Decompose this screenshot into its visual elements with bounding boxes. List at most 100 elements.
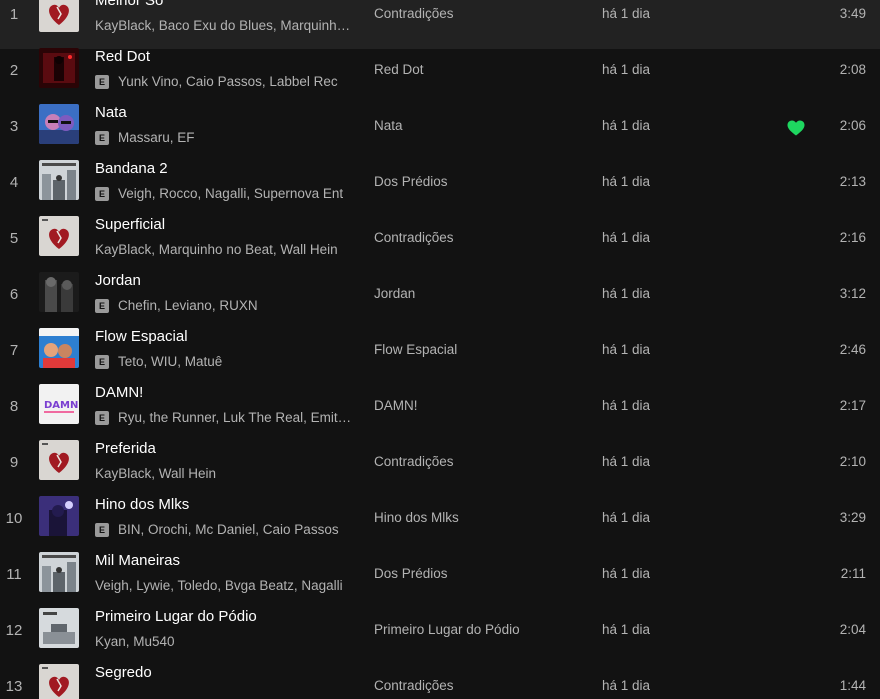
date-added: há 1 dia (602, 510, 651, 525)
heart-album-cover[interactable] (39, 216, 79, 256)
podio-cover[interactable] (39, 608, 79, 648)
hino-cover[interactable] (39, 496, 79, 536)
track-title[interactable]: Superficial (95, 216, 165, 234)
date-added: há 1 dia (602, 230, 651, 245)
track-title[interactable]: Red Dot (95, 48, 150, 66)
track-duration: 2:04 (839, 622, 866, 637)
track-row[interactable]: 3 Nata E Massaru, EF Nata há 1 dia 2:06 (0, 104, 880, 161)
track-number: 5 (9, 230, 19, 247)
artist-line: Kyan, Mu540 (95, 633, 353, 651)
track-album[interactable]: Hino dos Mlks (374, 509, 459, 527)
explicit-badge-icon: E (95, 355, 109, 369)
track-row[interactable]: 11 Mil Maneiras Veigh, Lywie, Toledo, Bvga… (0, 552, 880, 609)
track-album[interactable]: Red Dot (374, 61, 424, 79)
track-row[interactable]: 6 Jordan E Chefin, Leviano, RUXN Jordan há 1 … (0, 272, 880, 329)
track-title[interactable]: DAMN! (95, 384, 143, 402)
track-number: 13 (5, 678, 23, 695)
track-artists[interactable]: KayBlack, Baco Exu do Blues, Marquinho n… (95, 17, 353, 35)
track-album[interactable]: Dos Prédios (374, 565, 448, 583)
track-album[interactable]: Dos Prédios (374, 173, 448, 191)
track-artists[interactable]: Massaru, EF (118, 129, 195, 147)
track-artists[interactable]: Yunk Vino, Caio Passos, Labbel Rec (118, 73, 338, 91)
track-duration: 3:12 (839, 286, 866, 301)
track-row[interactable]: 5 Superficial KayBlack, Marquinho no Beat,… (0, 216, 880, 273)
flow-espacial-cover[interactable] (39, 328, 79, 368)
track-row[interactable]: 1 Melhor Só KayBlack, Baco Exu do Blues, M… (0, 0, 880, 49)
track-album[interactable]: Contradições (374, 453, 454, 471)
jordan-cover[interactable] (39, 272, 79, 312)
track-title[interactable]: Hino dos Mlks (95, 496, 189, 514)
liked-heart-icon[interactable] (787, 120, 805, 136)
track-artists[interactable]: Kyan, Mu540 (95, 633, 175, 651)
track-artists[interactable]: Ryu, the Runner, Luk The Real, Emitê Úni… (118, 409, 353, 427)
artist-line: E Veigh, Rocco, Nagalli, Supernova Ent (95, 185, 353, 203)
track-album[interactable]: Primeiro Lugar do Pódio (374, 621, 520, 639)
track-row[interactable]: 7 Flow Espacial E Teto, WIU, Matuê Flow Espa… (0, 328, 880, 385)
heart-album-cover[interactable] (39, 0, 79, 32)
track-artists[interactable]: BIN, Orochi, Mc Daniel, Caio Passos (118, 521, 339, 539)
track-artists[interactable]: Veigh, Rocco, Nagalli, Supernova Ent (118, 185, 343, 203)
track-row[interactable]: 13 Segredo Contradições há 1 dia 1:44 (0, 664, 880, 699)
track-album[interactable]: Contradições (374, 677, 454, 695)
date-added: há 1 dia (602, 6, 651, 21)
date-added: há 1 dia (602, 454, 651, 469)
track-row[interactable]: 4 Bandana 2 E Veigh, Rocco, Nagalli, Supern… (0, 160, 880, 217)
buildings-cover[interactable] (39, 552, 79, 592)
explicit-badge-icon: E (95, 411, 109, 425)
track-title[interactable]: Melhor Só (95, 0, 163, 10)
track-duration: 1:44 (839, 678, 866, 693)
artist-line: Veigh, Lywie, Toledo, Bvga Beatz, Nagall… (95, 577, 353, 595)
track-number: 9 (9, 454, 19, 471)
track-duration: 2:13 (839, 174, 866, 189)
track-artists[interactable]: Chefin, Leviano, RUXN (118, 297, 258, 315)
track-artists[interactable]: KayBlack, Wall Hein (95, 465, 216, 483)
heart-album-cover[interactable] (39, 664, 79, 699)
explicit-badge-icon: E (95, 75, 109, 89)
track-number: 7 (9, 342, 19, 359)
buildings-cover[interactable] (39, 160, 79, 200)
track-title[interactable]: Primeiro Lugar do Pódio (95, 608, 257, 626)
track-album[interactable]: Contradições (374, 5, 454, 23)
track-duration: 3:29 (839, 510, 866, 525)
artist-line: E Teto, WIU, Matuê (95, 353, 353, 371)
track-duration: 2:08 (839, 62, 866, 77)
artist-line: KayBlack, Wall Hein (95, 465, 353, 483)
date-added: há 1 dia (602, 174, 651, 189)
red-dot-cover[interactable] (39, 48, 79, 88)
track-title[interactable]: Mil Maneiras (95, 552, 180, 570)
track-album[interactable]: Jordan (374, 285, 415, 303)
track-row[interactable]: 2 Red Dot E Yunk Vino, Caio Passos, Labbel … (0, 48, 880, 105)
track-album[interactable]: Contradições (374, 229, 454, 247)
track-row[interactable]: 10 Hino dos Mlks E BIN, Orochi, Mc Daniel, … (0, 496, 880, 553)
track-title[interactable]: Jordan (95, 272, 141, 290)
track-artists[interactable]: Teto, WIU, Matuê (118, 353, 222, 371)
track-row[interactable]: 8 DAMN DAMN! E Ryu, the Runner, Luk The Real… (0, 384, 880, 441)
track-number: 11 (6, 566, 22, 583)
track-row[interactable]: 12 Primeiro Lugar do Pódio Kyan, Mu540 Prim… (0, 608, 880, 665)
track-duration: 2:16 (839, 230, 866, 245)
track-title[interactable]: Nata (95, 104, 127, 122)
heart-album-cover[interactable] (39, 440, 79, 480)
track-title[interactable]: Bandana 2 (95, 160, 168, 178)
date-added: há 1 dia (602, 566, 651, 581)
track-artists[interactable]: KayBlack, Marquinho no Beat, Wall Hein (95, 241, 338, 259)
artist-line: E BIN, Orochi, Mc Daniel, Caio Passos (95, 521, 353, 539)
track-album[interactable]: Nata (374, 117, 403, 135)
track-row[interactable]: 9 Preferida KayBlack, Wall Hein Contradiçõe… (0, 440, 880, 497)
date-added: há 1 dia (602, 398, 651, 413)
track-duration: 2:46 (839, 342, 866, 357)
damn-cover[interactable]: DAMN (39, 384, 79, 424)
nata-cover[interactable] (39, 104, 79, 144)
svg-text:DAMN: DAMN (44, 400, 78, 411)
track-title[interactable]: Preferida (95, 440, 156, 458)
date-added: há 1 dia (602, 678, 651, 693)
track-duration: 2:06 (839, 118, 866, 133)
track-duration: 2:10 (839, 454, 866, 469)
date-added: há 1 dia (602, 622, 651, 637)
track-title[interactable]: Flow Espacial (95, 328, 188, 346)
track-title[interactable]: Segredo (95, 664, 152, 682)
track-duration: 2:17 (839, 398, 866, 413)
track-album[interactable]: Flow Espacial (374, 341, 457, 359)
track-album[interactable]: DAMN! (374, 397, 418, 415)
track-artists[interactable]: Veigh, Lywie, Toledo, Bvga Beatz, Nagall… (95, 577, 343, 595)
